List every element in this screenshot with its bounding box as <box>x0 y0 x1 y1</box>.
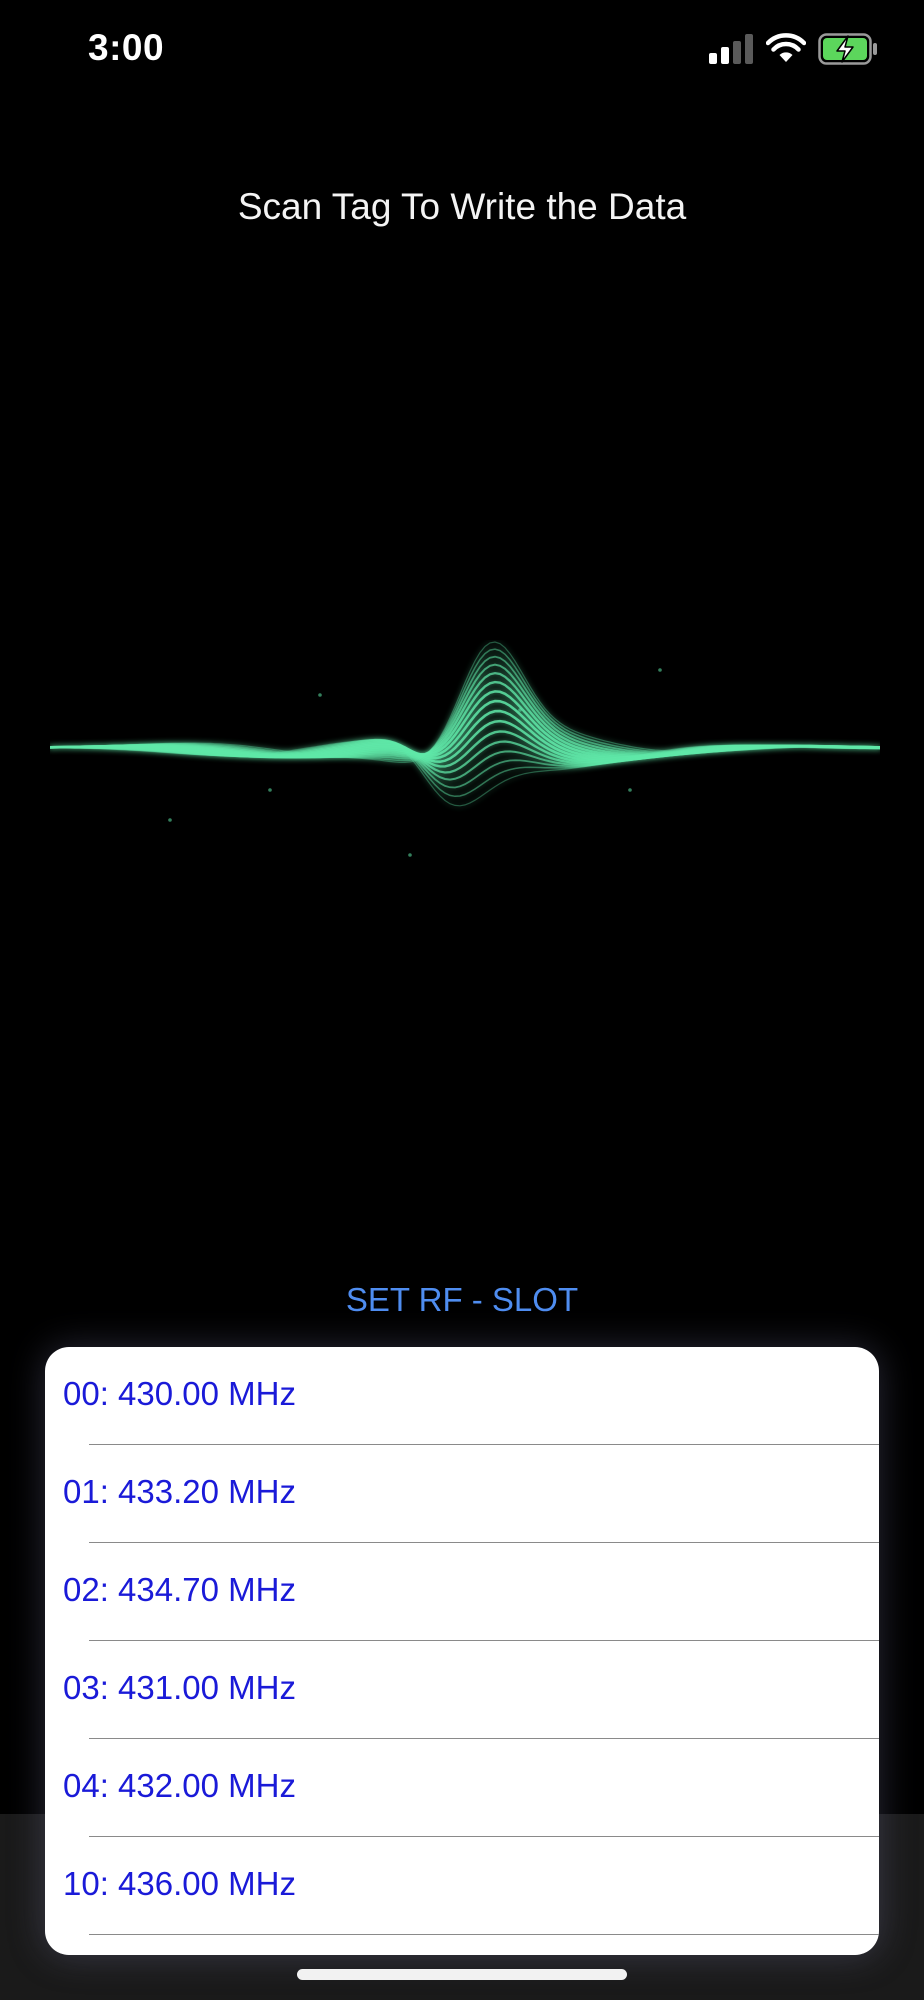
rf-slot-item-02[interactable]: 02: 434.70 MHz <box>45 1543 879 1641</box>
rf-slot-list: 00: 430.00 MHz 01: 433.20 MHz 02: 434.70… <box>45 1347 879 1955</box>
wave-particle <box>658 668 662 672</box>
rf-slot-label: 04: 432.00 MHz <box>63 1767 296 1804</box>
wave-particle <box>268 788 272 792</box>
rf-slot-label: 03: 431.00 MHz <box>63 1669 296 1706</box>
sound-wave-graphic <box>50 641 880 857</box>
status-bar: 3:00 <box>0 0 924 100</box>
wifi-icon <box>766 33 806 62</box>
rf-slot-item-10[interactable]: 10: 436.00 MHz <box>45 1837 879 1935</box>
rf-slot-label: 10: 436.00 MHz <box>63 1865 296 1902</box>
battery-charging-icon <box>818 33 877 65</box>
set-rf-slot-button[interactable]: SET RF - SLOT <box>0 1281 924 1319</box>
wave-particle <box>408 853 412 857</box>
wave-particle <box>318 693 322 697</box>
rf-slot-item-04[interactable]: 04: 432.00 MHz <box>45 1739 879 1837</box>
rf-slot-item-03[interactable]: 03: 431.00 MHz <box>45 1641 879 1739</box>
wave-particle <box>168 818 172 822</box>
home-indicator[interactable] <box>297 1969 627 1980</box>
status-time: 3:00 <box>88 27 165 68</box>
wave-particle <box>628 788 632 792</box>
page-title: Scan Tag To Write the Data <box>237 186 687 227</box>
rf-slot-item-01[interactable]: 01: 433.20 MHz <box>45 1445 879 1543</box>
rf-slot-label: 01: 433.20 MHz <box>63 1473 296 1510</box>
rf-slot-item-00[interactable]: 00: 430.00 MHz <box>45 1347 879 1445</box>
rf-slot-label: 02: 434.70 MHz <box>63 1571 296 1608</box>
cellular-signal-icon <box>709 34 753 64</box>
rf-slot-label: 00: 430.00 MHz <box>63 1375 296 1412</box>
wave-particle <box>518 708 522 712</box>
